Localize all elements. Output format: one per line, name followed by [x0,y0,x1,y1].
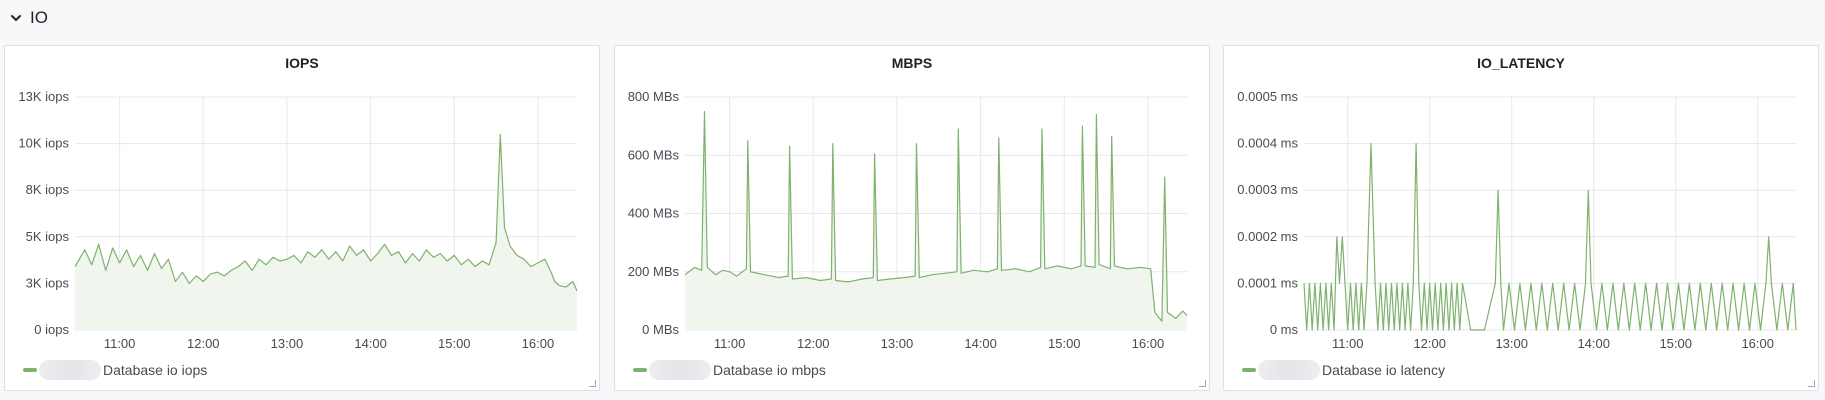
x-tick-label: 12:00 [1413,336,1446,351]
y-tick-label: 0 MBs [642,322,679,337]
y-tick-label: 10K iops [18,136,69,151]
legend-item[interactable]: Database io latency [1242,360,1445,380]
legend-label[interactable]: Database io iops [103,362,207,378]
x-tick-label: 15:00 [1659,336,1692,351]
y-tick-label: 0 iops [34,322,69,337]
y-tick-label: 5K iops [26,229,70,244]
x-tick-label: 11:00 [1332,336,1364,351]
x-tick-label: 11:00 [104,336,136,351]
x-tick-label: 12:00 [797,336,830,351]
legend-label[interactable]: Database io mbps [713,362,826,378]
y-tick-label: 0.0005 ms [1237,89,1298,104]
x-tick-label: 14:00 [1577,336,1610,351]
io-latency-chart: 0.0005 ms 0.0004 ms 0.0003 ms 0.0002 ms 0.00… [1237,89,1797,351]
resize-handle[interactable] [1199,380,1206,387]
legend-item[interactable]: Database io iops [23,360,207,380]
y-tick-label: 8K iops [26,182,70,197]
y-tick-label: 0 ms [1270,322,1299,337]
mbps-chart: 800 MBs 600 MBs 400 MBs 200 MBs 0 MBs 11:00 12… [628,89,1188,351]
x-tick-label: 13:00 [881,336,914,351]
x-tick-label: 16:00 [522,336,555,351]
legend-label[interactable]: Database io latency [1322,362,1445,378]
y-tick-label: 0.0001 ms [1237,275,1298,290]
y-tick-label: 400 MBs [628,206,680,221]
y-tick-label: 0.0002 ms [1237,229,1298,244]
redacted-label [649,360,711,380]
y-tick-label: 200 MBs [628,264,680,279]
x-tick-label: 16:00 [1741,336,1774,351]
x-tick-label: 13:00 [271,336,304,351]
row-title: IO [30,8,48,27]
legend-color-swatch[interactable] [633,368,647,372]
x-tick-label: 16:00 [1132,336,1165,351]
x-tick-label: 11:00 [714,336,746,351]
panel-io-latency: IO_LATENCY 0.0005 ms 0.0004 ms 0.0003 ms 0.… [1223,45,1819,391]
panel-mbps: MBPS 800 MBs 600 MBs 400 MBs 200 MBs 0 MBs 11… [614,45,1210,391]
panel-iops: IOPS 13K iops 10K iops 8K iops 5K iops 3K io… [4,45,600,391]
legend-item[interactable]: Database io mbps [633,360,826,380]
x-tick-label: 12:00 [187,336,220,351]
y-tick-label: 600 MBs [628,147,680,162]
resize-handle[interactable] [1808,380,1815,387]
chevron-down-icon[interactable] [8,10,24,26]
y-tick-label: 0.0003 ms [1237,182,1298,197]
iops-chart: 13K iops 10K iops 8K iops 5K iops 3K iops 0 i… [18,89,578,351]
x-tick-label: 14:00 [964,336,997,351]
row-header-io[interactable]: IO [8,4,48,32]
y-tick-label: 0.0004 ms [1237,136,1298,151]
resize-handle[interactable] [589,380,596,387]
redacted-label [1258,360,1320,380]
x-tick-label: 13:00 [1495,336,1528,351]
legend-color-swatch[interactable] [23,368,37,372]
redacted-label [39,360,101,380]
y-tick-label: 3K iops [26,275,70,290]
x-tick-label: 14:00 [354,336,387,351]
x-tick-label: 15:00 [438,336,471,351]
legend-color-swatch[interactable] [1242,368,1256,372]
y-tick-label: 13K iops [18,89,69,104]
x-tick-label: 15:00 [1048,336,1081,351]
y-tick-label: 800 MBs [628,89,680,104]
